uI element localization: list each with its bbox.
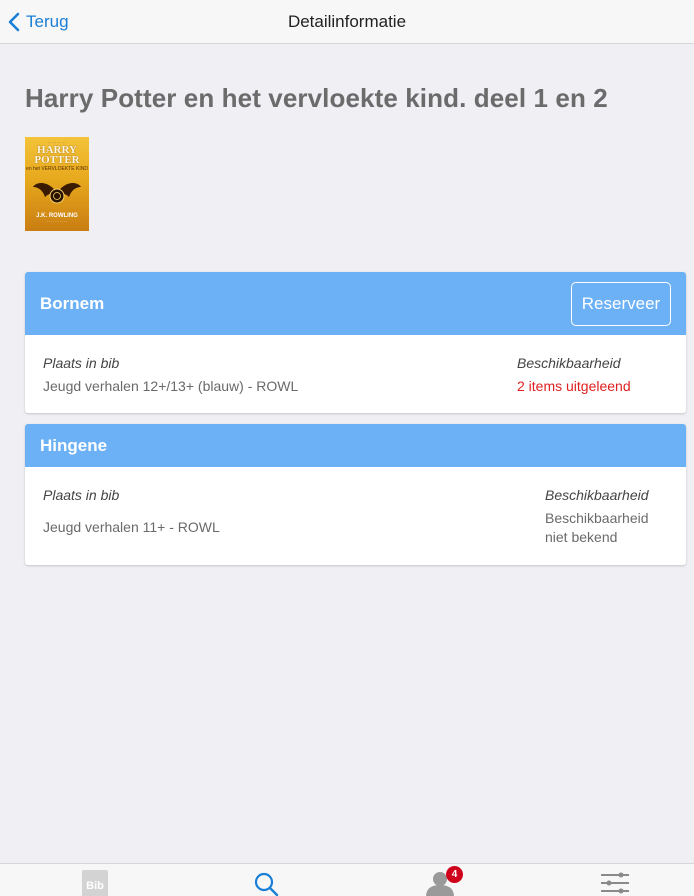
tab-settings[interactable] xyxy=(585,864,645,896)
search-icon xyxy=(254,872,279,896)
branch-name: Bornem xyxy=(40,294,105,313)
availability-label: Beschikbaarheid xyxy=(545,487,649,503)
tab-search[interactable] xyxy=(236,864,296,896)
bib-logo-icon: Bib xyxy=(82,870,108,896)
tab-bar: Bib 4 xyxy=(0,863,694,896)
branch-header: Bornem Reserveer xyxy=(25,272,686,335)
availability-status-line1: Beschikbaarheid xyxy=(545,510,649,526)
cover-subtitle: en het VERVLOEKTE KIND xyxy=(26,166,88,172)
branch-name: Hingene xyxy=(40,436,108,455)
branch-card-bornem: Bornem Reserveer Plaats in bib Jeugd ver… xyxy=(25,272,686,413)
back-label: Terug xyxy=(26,12,69,31)
cover-author: J.K. ROWLING xyxy=(36,213,78,219)
book-cover-image[interactable]: · · · · · · · · HARRY POTTER en het VERV… xyxy=(25,137,89,231)
reserve-button[interactable]: Reserveer xyxy=(571,282,671,326)
cover-wings-icon xyxy=(33,183,81,204)
bib-logo-text: Bib xyxy=(86,880,104,892)
location-label: Plaats in bib xyxy=(43,355,120,371)
book-title: Harry Potter en het vervloekte kind. dee… xyxy=(25,83,608,113)
notification-badge: 4 xyxy=(446,866,463,883)
branch-card-hingene: Hingene Plaats in bib Jeugd verhalen 11+… xyxy=(25,424,686,565)
cover-title: HARRY POTTER xyxy=(34,144,80,166)
availability-label: Beschikbaarheid xyxy=(517,355,621,371)
back-button[interactable]: Terug xyxy=(8,0,69,44)
availability-status-line2: niet bekend xyxy=(545,529,618,545)
navigation-bar: Terug Detailinformatie xyxy=(0,0,694,44)
chevron-left-icon xyxy=(8,12,20,32)
page-title: Detailinformatie xyxy=(287,12,407,31)
branch-header: Hingene xyxy=(25,424,686,467)
location-value: Jeugd verhalen 11+ - ROWL xyxy=(43,519,220,535)
tab-bib[interactable]: Bib xyxy=(65,864,125,896)
location-value: Jeugd verhalen 12+/13+ (blauw) - ROWL xyxy=(43,378,299,394)
location-label: Plaats in bib xyxy=(43,487,120,503)
settings-sliders-icon xyxy=(601,872,629,894)
availability-status: 2 items uitgeleend xyxy=(517,378,631,394)
cover-small-print: · · · · · · · · · · xyxy=(46,220,68,224)
